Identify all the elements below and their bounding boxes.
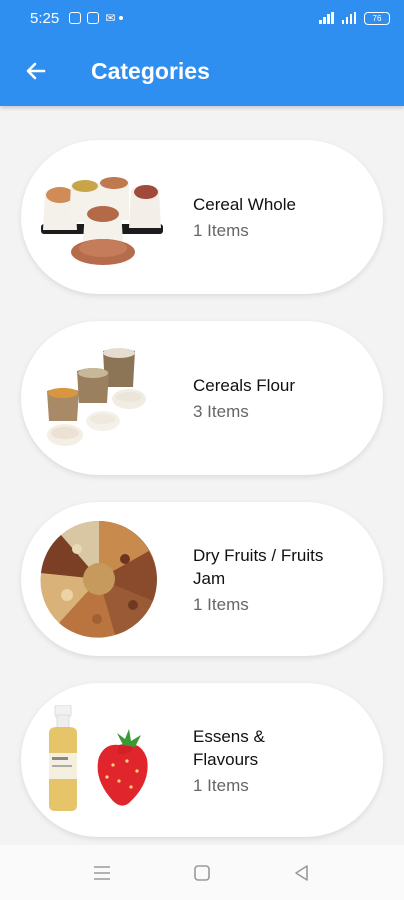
system-nav-bar bbox=[0, 845, 404, 900]
notification-icon bbox=[87, 12, 100, 24]
category-text: Cereal Whole 1 Items bbox=[193, 193, 296, 241]
battery-level: 76 bbox=[372, 13, 382, 23]
category-card-cereals-flour[interactable]: Cereals Flour 3 Items bbox=[21, 321, 383, 475]
notification-icon bbox=[69, 12, 82, 24]
flour-sacks-image bbox=[37, 343, 167, 453]
category-count: 3 Items bbox=[193, 402, 249, 421]
category-count: 1 Items bbox=[193, 221, 249, 240]
battery-icon: 76 bbox=[364, 11, 390, 25]
status-time: 5:25 bbox=[30, 9, 60, 27]
category-card-cereal-whole[interactable]: Cereal Whole 1 Items bbox=[21, 140, 383, 294]
back-button[interactable] bbox=[14, 49, 58, 93]
category-name: Dry Fruits / Fruits Jam bbox=[193, 545, 324, 588]
category-card-essens-flavours[interactable]: Essens & Flavours 1 Items bbox=[21, 683, 383, 837]
category-name: Cereal Whole bbox=[193, 195, 296, 214]
page-title: Categories bbox=[91, 57, 210, 84]
signal-icon bbox=[341, 12, 356, 24]
category-text: Cereals Flour 3 Items bbox=[193, 374, 295, 422]
mail-icon: ✉ bbox=[105, 11, 116, 25]
more-notifications-dot bbox=[119, 16, 124, 20]
status-bar: 5:25 ✉ 76 bbox=[0, 0, 404, 36]
category-text: Essens & Flavours 1 Items bbox=[193, 725, 303, 796]
menu-icon[interactable] bbox=[91, 862, 113, 884]
category-count: 1 Items bbox=[193, 775, 249, 795]
category-text: Dry Fruits / Fruits Jam 1 Items bbox=[193, 544, 343, 615]
arrow-left-icon bbox=[26, 62, 46, 80]
home-square-icon[interactable] bbox=[191, 862, 213, 884]
essence-strawberry-image bbox=[37, 704, 167, 815]
back-triangle-icon[interactable] bbox=[291, 862, 313, 884]
cereal-sacks-image bbox=[37, 162, 167, 272]
category-card-dry-fruits[interactable]: Dry Fruits / Fruits Jam 1 Items bbox=[21, 502, 383, 656]
dry-fruits-image bbox=[37, 520, 167, 638]
app-bar: Categories bbox=[0, 36, 404, 106]
category-name: Cereals Flour bbox=[193, 376, 296, 395]
category-count: 1 Items bbox=[193, 594, 249, 614]
category-name: Essens & Flavours bbox=[193, 726, 265, 769]
signal-icon bbox=[319, 12, 334, 24]
category-list: Cereal Whole 1 Items Cereals Flour 3 Ite… bbox=[21, 140, 385, 864]
